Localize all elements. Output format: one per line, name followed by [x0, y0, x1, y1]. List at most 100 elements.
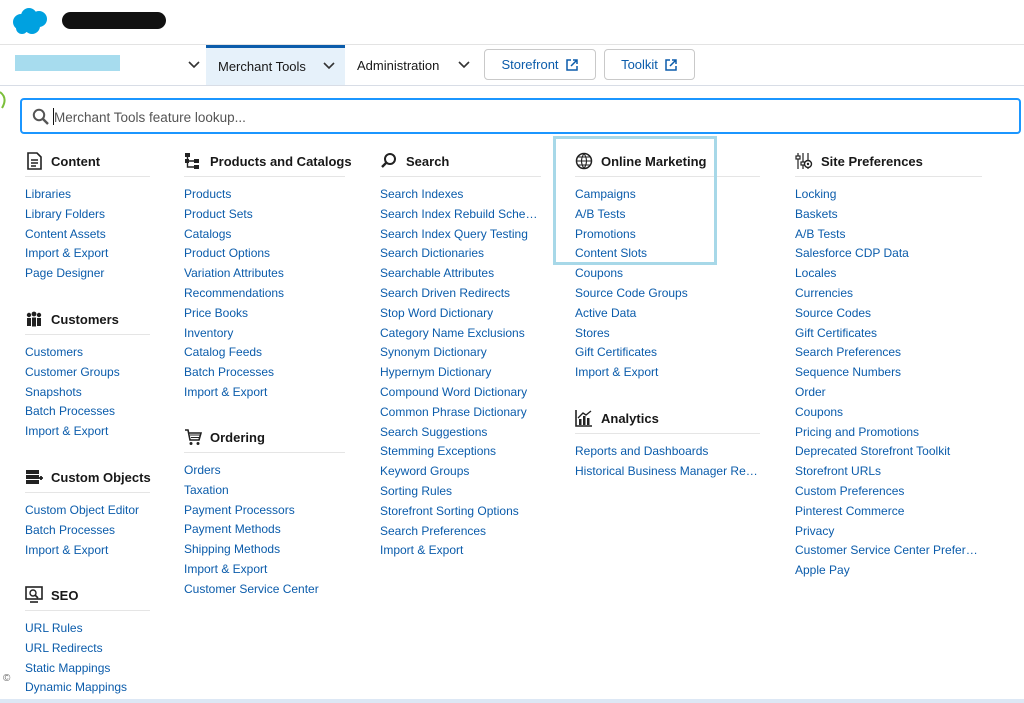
tab-merchant-tools[interactable]: Merchant Tools	[206, 45, 345, 85]
link-customer-groups[interactable]: Customer Groups	[25, 363, 150, 383]
link-stop-word-dictionary[interactable]: Stop Word Dictionary	[380, 304, 541, 324]
link-privacy[interactable]: Privacy	[795, 522, 982, 542]
link-deprecated-storefront-toolkit[interactable]: Deprecated Storefront Toolkit	[795, 442, 982, 462]
link-import-export[interactable]: Import & Export	[380, 541, 541, 561]
link-import-export[interactable]: Import & Export	[25, 422, 150, 442]
external-link-icon	[565, 58, 578, 71]
link-import-export[interactable]: Import & Export	[25, 244, 150, 264]
link-gift-certificates[interactable]: Gift Certificates	[795, 324, 982, 344]
link-synonym-dictionary[interactable]: Synonym Dictionary	[380, 343, 541, 363]
link-stemming-exceptions[interactable]: Stemming Exceptions	[380, 442, 541, 462]
link-source-codes[interactable]: Source Codes	[795, 304, 982, 324]
link-active-data[interactable]: Active Data	[575, 304, 760, 324]
link-source-code-groups[interactable]: Source Code Groups	[575, 284, 760, 304]
link-library-folders[interactable]: Library Folders	[25, 205, 150, 225]
link-compound-word-dictionary[interactable]: Compound Word Dictionary	[380, 383, 541, 403]
site-selector[interactable]	[15, 55, 120, 71]
link-search-driven-redirects[interactable]: Search Driven Redirects	[380, 284, 541, 304]
toolkit-button[interactable]: Toolkit	[604, 49, 695, 80]
link-sorting-rules[interactable]: Sorting Rules	[380, 482, 541, 502]
link-historical-business-manager-reports[interactable]: Historical Business Manager Repo...	[575, 462, 760, 482]
link-price-books[interactable]: Price Books	[184, 304, 345, 324]
link-catalog-feeds[interactable]: Catalog Feeds	[184, 343, 345, 363]
link-currencies[interactable]: Currencies	[795, 284, 982, 304]
storefront-button[interactable]: Storefront	[484, 49, 596, 80]
salesforce-cloud-icon[interactable]	[10, 6, 50, 36]
link-import-export[interactable]: Import & Export	[25, 541, 150, 561]
link-ab-tests[interactable]: A/B Tests	[575, 205, 760, 225]
link-search-dictionaries[interactable]: Search Dictionaries	[380, 244, 541, 264]
link-campaigns[interactable]: Campaigns	[575, 185, 760, 205]
link-search-indexes[interactable]: Search Indexes	[380, 185, 541, 205]
link-products[interactable]: Products	[184, 185, 345, 205]
link-url-rules[interactable]: URL Rules	[25, 619, 150, 639]
link-static-mappings[interactable]: Static Mappings	[25, 659, 150, 679]
tab-administration[interactable]: Administration	[345, 45, 477, 85]
link-locales[interactable]: Locales	[795, 264, 982, 284]
link-promotions[interactable]: Promotions	[575, 225, 760, 245]
link-dynamic-mappings[interactable]: Dynamic Mappings	[25, 678, 150, 698]
link-list: Search Indexes Search Index Rebuild Sche…	[380, 185, 541, 561]
link-custom-preferences[interactable]: Custom Preferences	[795, 482, 982, 502]
link-category-name-exclusions[interactable]: Category Name Exclusions	[380, 324, 541, 344]
link-coupons[interactable]: Coupons	[795, 403, 982, 423]
link-variation-attributes[interactable]: Variation Attributes	[184, 264, 345, 284]
link-product-sets[interactable]: Product Sets	[184, 205, 345, 225]
link-libraries[interactable]: Libraries	[25, 185, 150, 205]
link-search-preferences[interactable]: Search Preferences	[795, 343, 982, 363]
chevron-down-icon[interactable]	[322, 59, 336, 73]
link-gift-certificates[interactable]: Gift Certificates	[575, 343, 760, 363]
link-inventory[interactable]: Inventory	[184, 324, 345, 344]
link-hypernym-dictionary[interactable]: Hypernym Dictionary	[380, 363, 541, 383]
link-product-options[interactable]: Product Options	[184, 244, 345, 264]
link-url-redirects[interactable]: URL Redirects	[25, 639, 150, 659]
link-order[interactable]: Order	[795, 383, 982, 403]
link-pricing-and-promotions[interactable]: Pricing and Promotions	[795, 423, 982, 443]
link-reports-and-dashboards[interactable]: Reports and Dashboards	[575, 442, 760, 462]
link-content-assets[interactable]: Content Assets	[25, 225, 150, 245]
link-page-designer[interactable]: Page Designer	[25, 264, 150, 284]
chevron-down-icon[interactable]	[187, 58, 201, 72]
link-payment-processors[interactable]: Payment Processors	[184, 501, 345, 521]
link-customer-service-center[interactable]: Customer Service Center	[184, 580, 345, 600]
link-import-export[interactable]: Import & Export	[184, 383, 345, 403]
feature-lookup-search[interactable]	[20, 98, 1021, 134]
link-catalogs[interactable]: Catalogs	[184, 225, 345, 245]
link-snapshots[interactable]: Snapshots	[25, 383, 150, 403]
link-pinterest-commerce[interactable]: Pinterest Commerce	[795, 502, 982, 522]
link-search-preferences[interactable]: Search Preferences	[380, 522, 541, 542]
link-import-export[interactable]: Import & Export	[575, 363, 760, 383]
link-search-index-query-testing[interactable]: Search Index Query Testing	[380, 225, 541, 245]
link-batch-processes[interactable]: Batch Processes	[25, 402, 150, 422]
link-batch-processes[interactable]: Batch Processes	[184, 363, 345, 383]
link-coupons[interactable]: Coupons	[575, 264, 760, 284]
link-salesforce-cdp-data[interactable]: Salesforce CDP Data	[795, 244, 982, 264]
link-recommendations[interactable]: Recommendations	[184, 284, 345, 304]
search-input[interactable]	[52, 105, 1006, 129]
link-customers[interactable]: Customers	[25, 343, 150, 363]
link-import-export[interactable]: Import & Export	[184, 560, 345, 580]
link-keyword-groups[interactable]: Keyword Groups	[380, 462, 541, 482]
link-searchable-attributes[interactable]: Searchable Attributes	[380, 264, 541, 284]
link-taxation[interactable]: Taxation	[184, 481, 345, 501]
link-locking[interactable]: Locking	[795, 185, 982, 205]
link-search-suggestions[interactable]: Search Suggestions	[380, 423, 541, 443]
link-common-phrase-dictionary[interactable]: Common Phrase Dictionary	[380, 403, 541, 423]
link-search-index-rebuild-schedule[interactable]: Search Index Rebuild Schedule	[380, 205, 541, 225]
link-customer-service-center-preferences[interactable]: Customer Service Center Preferen...	[795, 541, 982, 561]
link-stores[interactable]: Stores	[575, 324, 760, 344]
link-payment-methods[interactable]: Payment Methods	[184, 520, 345, 540]
link-ab-tests[interactable]: A/B Tests	[795, 225, 982, 245]
link-apple-pay[interactable]: Apple Pay	[795, 561, 982, 581]
link-storefront-sorting-options[interactable]: Storefront Sorting Options	[380, 502, 541, 522]
chevron-down-icon[interactable]	[457, 58, 471, 72]
link-sequence-numbers[interactable]: Sequence Numbers	[795, 363, 982, 383]
link-shipping-methods[interactable]: Shipping Methods	[184, 540, 345, 560]
link-storefront-urls[interactable]: Storefront URLs	[795, 462, 982, 482]
link-batch-processes[interactable]: Batch Processes	[25, 521, 150, 541]
link-custom-object-editor[interactable]: Custom Object Editor	[25, 501, 150, 521]
link-content-slots[interactable]: Content Slots	[575, 244, 760, 264]
link-orders[interactable]: Orders	[184, 461, 345, 481]
database-icon	[26, 470, 43, 484]
link-baskets[interactable]: Baskets	[795, 205, 982, 225]
